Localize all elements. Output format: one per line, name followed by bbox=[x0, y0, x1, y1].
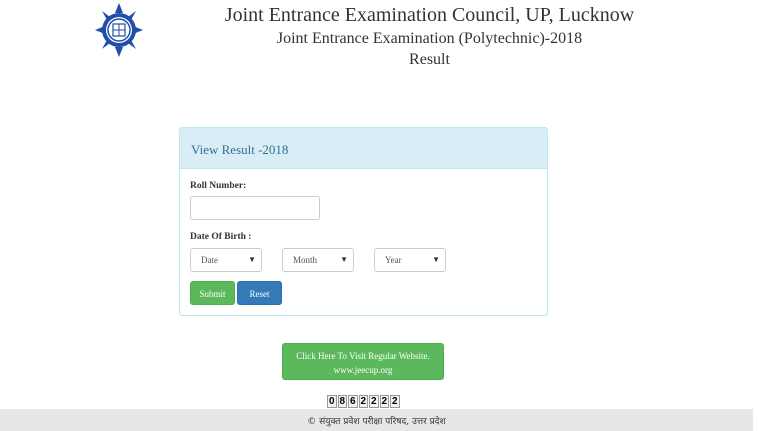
result-form-panel: View Result -2018 Roll Number: Date Of B… bbox=[179, 127, 548, 316]
roll-number-input[interactable] bbox=[190, 196, 320, 220]
counter-digit: 2 bbox=[358, 395, 368, 408]
date-select-value: Date bbox=[201, 255, 218, 265]
visit-website-button[interactable]: Click Here To Visit Regular Website. www… bbox=[282, 343, 444, 380]
website-url: www.jeecup.org bbox=[333, 365, 393, 375]
visitor-counter: 0 8 6 2 2 2 2 bbox=[327, 395, 400, 408]
counter-digit: 2 bbox=[390, 395, 400, 408]
dropdown-arrow-icon: ▼ bbox=[432, 255, 440, 264]
year-select[interactable]: Year ▼ bbox=[374, 248, 446, 272]
dropdown-arrow-icon: ▼ bbox=[340, 255, 348, 264]
counter-digit: 0 bbox=[327, 395, 337, 408]
visit-website-label: Click Here To Visit Regular Website. bbox=[296, 351, 430, 361]
page-title: Result bbox=[409, 51, 450, 68]
counter-digit: 8 bbox=[337, 395, 347, 408]
submit-button[interactable]: Submit bbox=[190, 281, 235, 305]
month-select-value: Month bbox=[293, 255, 318, 265]
reset-button[interactable]: Reset bbox=[237, 281, 282, 305]
roll-number-label: Roll Number: bbox=[190, 181, 247, 191]
year-select-value: Year bbox=[385, 255, 402, 265]
month-select[interactable]: Month ▼ bbox=[282, 248, 354, 272]
counter-digit: 6 bbox=[348, 395, 358, 408]
panel-heading: View Result -2018 bbox=[180, 128, 547, 169]
counter-digit: 2 bbox=[379, 395, 389, 408]
exam-subtitle: Joint Entrance Examination (Polytechnic)… bbox=[276, 30, 583, 47]
footer-copyright: © संयुक्त प्रवेश परीक्षा परिषद, उत्तर प्… bbox=[0, 409, 753, 431]
dropdown-arrow-icon: ▼ bbox=[248, 255, 256, 264]
date-of-birth-label: Date Of Birth : bbox=[190, 232, 252, 242]
council-title: Joint Entrance Examination Council, UP, … bbox=[224, 4, 635, 26]
counter-digit: 2 bbox=[369, 395, 379, 408]
date-select[interactable]: Date ▼ bbox=[190, 248, 262, 272]
